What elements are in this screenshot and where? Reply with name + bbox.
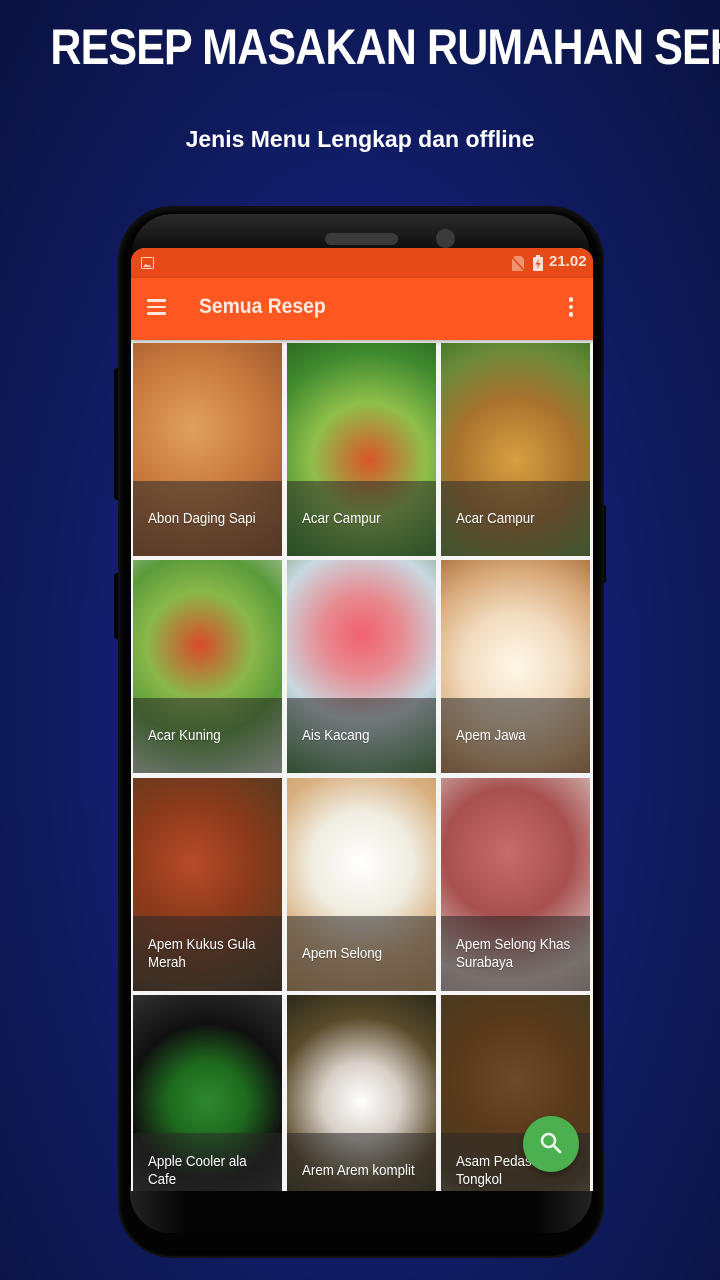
- status-time: 21.02: [549, 253, 587, 270]
- recipe-card[interactable]: Apple Cooler ala Cafe: [133, 995, 282, 1191]
- recipe-title: Acar Campur: [456, 481, 572, 556]
- recipe-title-line: Apem Kukus Gula: [148, 936, 256, 953]
- hamburger-menu-icon[interactable]: [147, 299, 166, 315]
- phone-speaker: [325, 233, 398, 245]
- recipe-title-line: Apem Jawa: [456, 727, 526, 744]
- recipe-card[interactable]: Apem Selong Khas Surabaya: [441, 778, 590, 991]
- search-fab-button[interactable]: [523, 1116, 579, 1172]
- recipe-title-line: Acar Kuning: [148, 727, 221, 744]
- promo-headline: RESEP MASAKAN RUMAHAN SEHARI HARI: [50, 19, 720, 75]
- app-screen: 21.02 Semua Resep Abon Daging Sapi Acar C…: [131, 248, 593, 1191]
- image-notification-icon: [141, 257, 154, 269]
- recipe-title-line: Apem Selong Khas: [456, 936, 571, 953]
- recipe-title-line: Acar Campur: [456, 510, 535, 527]
- recipe-card[interactable]: Apem Kukus Gula Merah: [133, 778, 282, 991]
- recipe-card[interactable]: Acar Campur: [287, 343, 436, 556]
- recipe-title: Apem Jawa: [456, 698, 572, 773]
- recipe-title: Apem Kukus Gula Merah: [148, 916, 264, 991]
- recipe-title: Arem Arem komplit: [302, 1133, 418, 1191]
- more-vertical-icon[interactable]: [567, 297, 575, 319]
- no-sim-icon: [512, 256, 524, 271]
- recipe-title: Acar Campur: [302, 481, 418, 556]
- recipe-title: Acar Kuning: [148, 698, 264, 773]
- recipe-card[interactable]: Apem Selong: [287, 778, 436, 991]
- battery-charging-icon: [533, 255, 543, 271]
- recipe-title-line: Merah: [148, 954, 186, 971]
- recipe-title: Apem Selong Khas Surabaya: [456, 916, 572, 991]
- recipe-title: Apple Cooler ala Cafe: [148, 1133, 264, 1191]
- recipe-title: Ais Kacang: [302, 698, 418, 773]
- recipe-title-line: Tongkol: [456, 1171, 502, 1188]
- recipe-title-line: Acar Campur: [302, 510, 381, 527]
- phone-bottom-bezel: [130, 1188, 592, 1233]
- app-bar: Semua Resep: [131, 278, 593, 340]
- recipe-title-line: Cafe: [148, 1171, 177, 1188]
- recipe-card[interactable]: Acar Campur: [441, 343, 590, 556]
- recipe-card[interactable]: Abon Daging Sapi: [133, 343, 282, 556]
- promo-subtitle: Jenis Menu Lengkap dan offline: [185, 126, 535, 152]
- recipe-card[interactable]: Arem Arem komplit: [287, 995, 436, 1191]
- recipe-card[interactable]: Apem Jawa: [441, 560, 590, 773]
- search-icon: [540, 1132, 562, 1154]
- recipe-title-line: Apem Selong: [302, 945, 383, 962]
- recipe-title: Abon Daging Sapi: [148, 481, 264, 556]
- recipe-card[interactable]: Ais Kacang: [287, 560, 436, 773]
- recipe-title-line: Arem Arem komplit: [302, 1162, 415, 1179]
- phone-front-camera: [436, 229, 455, 248]
- recipe-title-line: Abon Daging Sapi: [148, 510, 256, 527]
- app-bar-title: Semua Resep: [199, 295, 326, 318]
- recipe-card[interactable]: Acar Kuning: [133, 560, 282, 773]
- recipe-title-line: Surabaya: [456, 954, 514, 971]
- recipe-title-line: Ais Kacang: [302, 727, 370, 744]
- status-bar: 21.02: [131, 248, 593, 278]
- recipe-title-line: Apple Cooler ala: [148, 1153, 247, 1170]
- recipe-title: Apem Selong: [302, 916, 418, 991]
